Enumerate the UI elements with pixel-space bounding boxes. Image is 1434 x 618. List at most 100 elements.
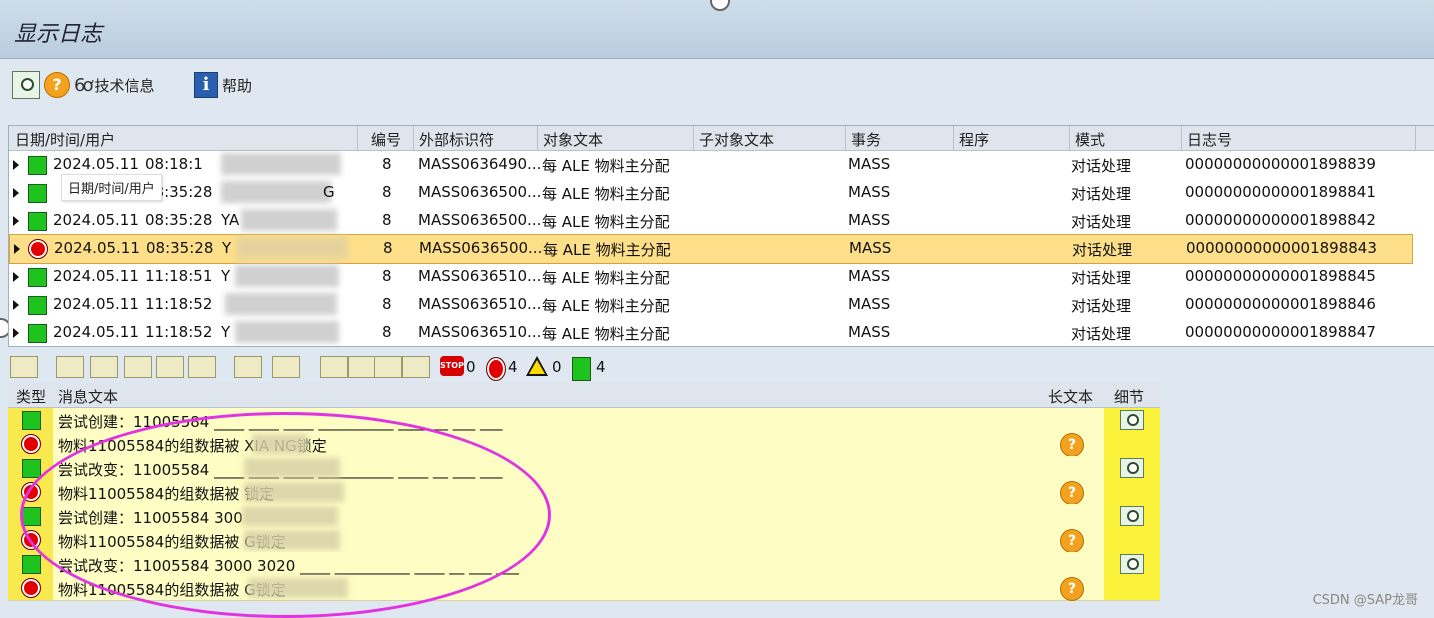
question-icon: ? <box>44 72 70 98</box>
tech-info-label: 技术信息 <box>94 76 155 95</box>
expand-arrow-icon[interactable] <box>13 300 19 310</box>
row-number: 8 <box>383 239 393 257</box>
find-next-button[interactable] <box>156 356 184 378</box>
col-long-text[interactable]: 长文本 <box>1048 386 1093 407</box>
row-ext-id: MASS0636500... <box>418 211 542 229</box>
long-text-question-icon[interactable]: ? <box>1060 433 1084 457</box>
find-button[interactable] <box>124 356 152 378</box>
expand-arrow-icon[interactable] <box>14 244 20 254</box>
table-row[interactable]: 08:35:28 G 8 MASS0636500... 每 ALE 物料主分配 … <box>9 179 1434 207</box>
detail-magnifier-icon[interactable] <box>1120 554 1144 574</box>
long-text-question-icon[interactable]: ? <box>1060 577 1084 601</box>
row-transaction: MASS <box>848 155 891 173</box>
success-status-icon <box>28 296 47 315</box>
long-text-question-icon[interactable]: ? <box>1060 481 1084 505</box>
detail-magnifier-icon[interactable] <box>1120 458 1144 478</box>
success-status-icon <box>28 324 47 343</box>
expand-arrow-icon[interactable] <box>13 188 19 198</box>
subtotal-button[interactable] <box>272 356 300 378</box>
col-log-number[interactable]: 日志号 <box>1187 129 1232 150</box>
col-ext-id[interactable]: 外部标识符 <box>419 129 494 150</box>
table-row[interactable]: 2024.05.11 11:18:51 Y 8 MASS0636510... 每… <box>9 263 1434 291</box>
table-row[interactable]: 2024.05.11 11:18:52 8 MASS0636510... 每 A… <box>9 291 1434 319</box>
table-header: 日期/时间/用户 编号 外部标识符 对象文本 子对象文本 事务 程序 模式 日志… <box>9 126 1434 151</box>
message-row[interactable]: 尝试改变：11005584 ____ ____ ____ __ ____ __ __ … <box>8 456 1160 481</box>
sum-button[interactable] <box>234 356 262 378</box>
tech-info-small-button[interactable] <box>10 356 38 378</box>
row-date: 2024.05.11 <box>53 267 139 285</box>
row-log-number: 00000000000001898847 <box>1185 323 1376 341</box>
row-date: 2024.05.11 <box>53 211 139 229</box>
row-object-text: 每 ALE 物料主分配 <box>542 185 670 203</box>
long-text-question-icon[interactable]: ? <box>1060 529 1084 553</box>
row-log-number: 00000000000001898842 <box>1185 211 1376 229</box>
row-transaction: MASS <box>848 183 891 201</box>
error-icon <box>21 530 41 550</box>
table-row[interactable]: 2024.05.11 11:18:52 Y 8 MASS0636510... 每… <box>9 319 1434 346</box>
message-row[interactable]: 物料11005584的组数据被 G锁定 ? <box>8 528 1160 553</box>
column-tooltip: 日期/时间/用户 <box>61 174 162 201</box>
print-preview-button[interactable] <box>348 356 376 378</box>
row-user: YA <box>221 211 240 229</box>
blurred-user <box>235 265 339 287</box>
row-transaction: MASS <box>848 267 891 285</box>
col-date-time-user[interactable]: 日期/时间/用户 <box>15 129 115 150</box>
success-icon <box>22 555 41 574</box>
stop-icon[interactable]: STOP <box>440 356 464 376</box>
detail-magnifier-icon[interactable] <box>1120 410 1144 430</box>
error-filter-icon[interactable] <box>486 357 506 381</box>
layout-button[interactable] <box>402 356 430 378</box>
row-object-text: 每 ALE 物料主分配 <box>542 269 670 287</box>
col-program[interactable]: 程序 <box>959 129 989 150</box>
error-icon <box>21 434 41 454</box>
row-number: 8 <box>382 323 392 341</box>
message-row[interactable]: 尝试改变：11005584 3000 3020 ____ __________ … <box>8 552 1160 577</box>
table-row-selected[interactable]: 2024.05.11 08:35:28 Y 8 MASS0636500... 每… <box>9 234 1413 264</box>
message-row[interactable]: 尝试创建：11005584 300 <box>8 504 1160 529</box>
message-row[interactable]: 物料11005584的组数据被 XIA NG锁定 ? <box>8 432 1160 457</box>
row-number: 8 <box>382 267 392 285</box>
col-type[interactable]: 类型 <box>16 386 46 407</box>
expand-arrow-icon[interactable] <box>13 216 19 226</box>
message-row[interactable]: 物料11005584的组数据被 锁定 ? <box>8 480 1160 505</box>
help-question-button[interactable]: ? <box>44 71 70 99</box>
expand-arrow-icon[interactable] <box>13 328 19 338</box>
row-user: Y <box>221 267 231 285</box>
col-detail[interactable]: 细节 <box>1114 386 1144 407</box>
col-subobject-text[interactable]: 子对象文本 <box>699 129 774 150</box>
sort-desc-button[interactable] <box>90 356 118 378</box>
row-log-number: 00000000000001898843 <box>1186 239 1377 257</box>
success-filter-icon[interactable] <box>572 357 591 381</box>
message-row[interactable]: 物料11005584的组数据被 G锁定 ? <box>8 576 1160 601</box>
row-transaction: MASS <box>848 323 891 341</box>
help-button[interactable]: i 帮助 <box>194 71 252 99</box>
filter-button[interactable] <box>188 356 216 378</box>
warning-filter-icon[interactable] <box>526 356 548 376</box>
print-button[interactable] <box>320 356 348 378</box>
detail-magnifier-icon[interactable] <box>1120 506 1144 526</box>
col-message-text[interactable]: 消息文本 <box>58 386 118 407</box>
sort-asc-button[interactable] <box>56 356 84 378</box>
magnifier-icon <box>12 71 40 99</box>
row-ext-id: MASS0636510... <box>418 295 542 313</box>
col-mode[interactable]: 模式 <box>1075 129 1105 150</box>
tech-info-button[interactable]: 6ơ 技术信息 <box>74 71 154 99</box>
col-transaction[interactable]: 事务 <box>851 129 881 150</box>
detail-button[interactable] <box>12 71 40 99</box>
export-button[interactable] <box>374 356 402 378</box>
row-transaction: MASS <box>848 211 891 229</box>
blurred-user <box>221 153 341 175</box>
message-text: 尝试创建：11005584 300 <box>58 509 243 527</box>
expand-arrow-icon[interactable] <box>13 272 19 282</box>
table-row[interactable]: 2024.05.11 08:18:1 8 MASS0636490... 每 AL… <box>9 151 1434 179</box>
message-row[interactable]: 尝试创建：11005584 ____ ____ ____ __________ … <box>8 408 1160 433</box>
expand-arrow-icon[interactable] <box>13 160 19 170</box>
col-number[interactable]: 编号 <box>371 129 401 150</box>
row-object-text: 每 ALE 物料主分配 <box>542 325 670 343</box>
table-row[interactable]: 2024.05.11 08:35:28 YA 8 MASS0636500... … <box>9 207 1434 235</box>
row-time: 11:18:52 <box>145 323 213 341</box>
stop-count: 0 <box>466 358 476 376</box>
col-object-text[interactable]: 对象文本 <box>543 129 603 150</box>
success-icon <box>22 507 41 526</box>
row-mode: 对话处理 <box>1072 241 1133 259</box>
